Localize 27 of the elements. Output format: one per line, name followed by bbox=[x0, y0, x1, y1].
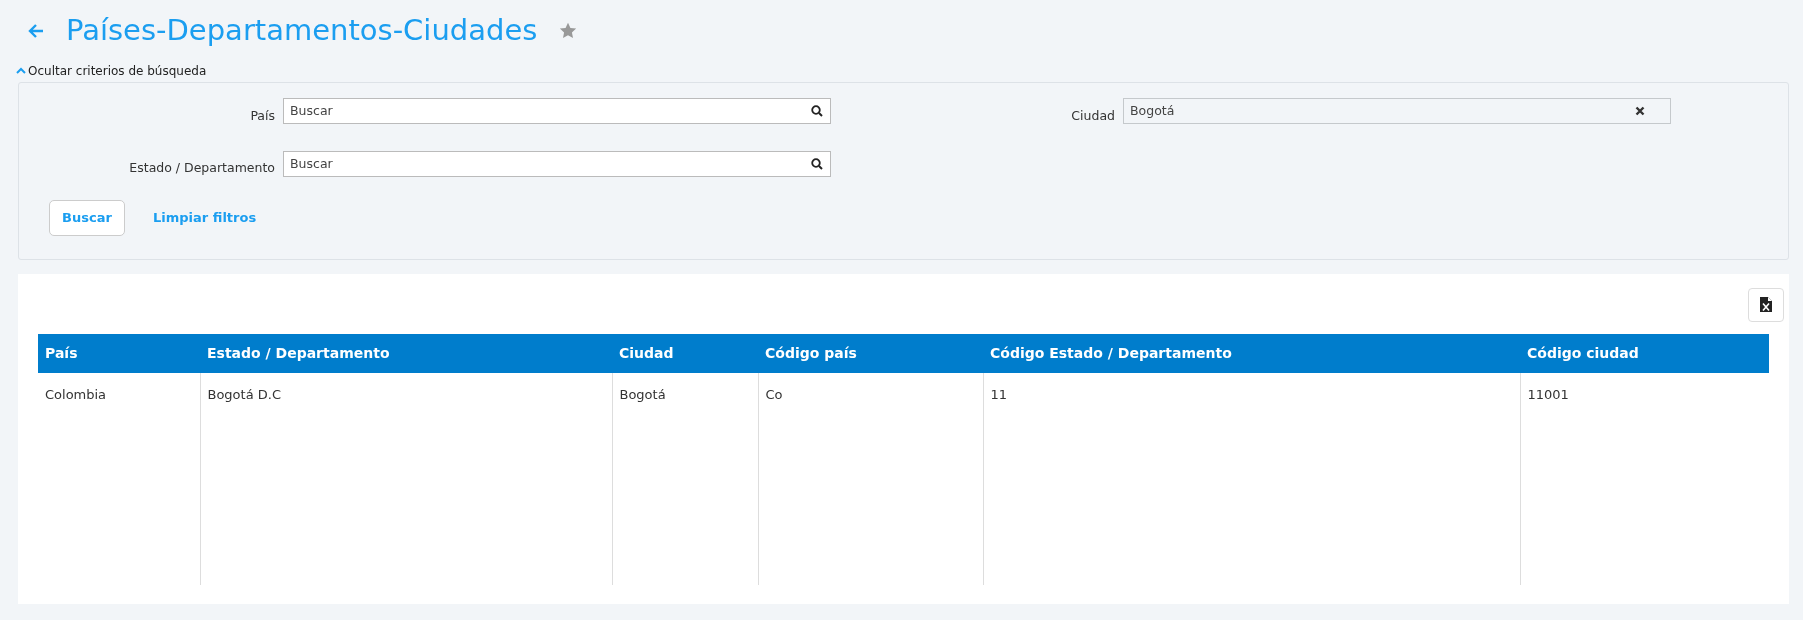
search-field[interactable]: Buscar bbox=[283, 97, 831, 124]
field-label: Ciudad bbox=[1070, 106, 1116, 125]
select-field[interactable]: Bogotá bbox=[1123, 97, 1671, 124]
column-header: Código ciudad bbox=[1520, 333, 1769, 373]
search-icon[interactable] bbox=[811, 104, 823, 117]
star-icon[interactable] bbox=[559, 21, 578, 39]
spreadsheet-file-icon bbox=[1760, 297, 1772, 312]
table-cell: 11 bbox=[983, 372, 1520, 585]
table-cell: Co bbox=[758, 372, 983, 585]
column-header: Código Estado / Departamento bbox=[983, 333, 1520, 373]
search-field[interactable]: Buscar bbox=[283, 150, 831, 177]
filters-toggle[interactable]: Ocultar criterios de búsqueda bbox=[16, 61, 207, 80]
column-header: País bbox=[38, 333, 200, 373]
column-header: Estado / Departamento bbox=[200, 333, 612, 373]
column-header: Ciudad bbox=[612, 333, 758, 373]
clear-icon[interactable] bbox=[1635, 105, 1645, 116]
field-label: Estado / Departamento bbox=[128, 159, 276, 178]
excel-export-button[interactable] bbox=[1748, 287, 1784, 322]
table-cell: Bogotá D.C bbox=[200, 372, 612, 585]
table-cell: Colombia bbox=[38, 372, 200, 585]
table-cell: 11001 bbox=[1520, 372, 1769, 585]
column-header: Código país bbox=[758, 333, 983, 373]
page-title: Países-Departamentos-Ciudades bbox=[66, 12, 538, 48]
search-icon[interactable] bbox=[811, 157, 823, 170]
table-cell: Bogotá bbox=[612, 372, 758, 585]
chevron-icon bbox=[16, 67, 26, 74]
field-label: País bbox=[249, 106, 276, 125]
